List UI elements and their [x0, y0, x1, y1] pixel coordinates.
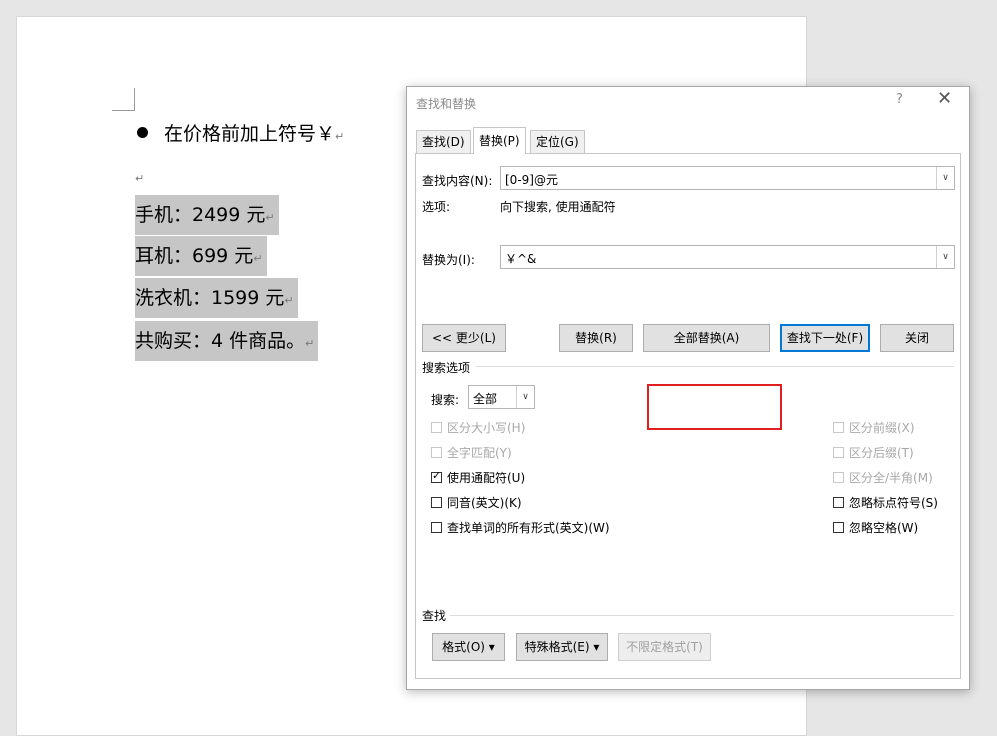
paragraph-mark-icon: ↵: [253, 252, 263, 265]
paragraph-mark-icon: ↵: [265, 211, 275, 224]
document-line[interactable]: 手机：2499 元↵: [135, 195, 279, 235]
chevron-down-icon[interactable]: ∨: [936, 246, 954, 268]
search-options-title: 搜索选项: [422, 361, 471, 375]
margin-corner-mark: [112, 88, 135, 111]
find-section-title: 查找: [422, 609, 447, 623]
special-format-button[interactable]: 特殊格式(E) ▾: [516, 633, 608, 661]
document-line[interactable]: 共购买：4 件商品。↵: [135, 321, 319, 361]
checkbox-label: 区分前缀(X): [849, 421, 915, 435]
line-text: 洗衣机：1599 元: [135, 287, 285, 309]
paragraph-mark-icon: ↵: [135, 172, 145, 185]
find-what-label: 查找内容(N):: [422, 174, 493, 188]
chevron-down-icon[interactable]: ∨: [936, 167, 954, 189]
bullet-icon: [137, 127, 148, 138]
replace-with-input[interactable]: ￥^& ∨: [500, 245, 955, 269]
checkbox-label: 全字匹配(Y): [447, 446, 512, 460]
find-what-value: [0-9]@元: [505, 173, 558, 187]
checkbox-ignore-whitespace[interactable]: 忽略空格(W): [833, 519, 918, 536]
find-replace-dialog: 查找和替换 ? ✕ 查找(D) 替换(P) 定位(G) 查找内容(N): [0-…: [406, 86, 970, 690]
divider: [450, 615, 954, 616]
paragraph-mark-icon: ↵: [284, 294, 294, 307]
special-button-label: 特殊格式(E): [524, 640, 590, 654]
format-button-label: 格式(O): [442, 640, 485, 654]
checkbox-match-suffix[interactable]: 区分后缀(T): [833, 444, 914, 461]
replace-button[interactable]: 替换(R): [559, 324, 633, 352]
replace-all-button[interactable]: 全部替换(A): [643, 324, 770, 352]
checkbox-sounds-like[interactable]: 同音(英文)(K): [431, 494, 522, 511]
close-icon[interactable]: ✕: [937, 88, 952, 110]
checkbox-match-width[interactable]: 区分全/半角(M): [833, 469, 933, 486]
find-what-input[interactable]: [0-9]@元 ∨: [500, 166, 955, 190]
checkbox-whole-word[interactable]: 全字匹配(Y): [431, 444, 512, 461]
checkmark-icon: ✓: [432, 469, 442, 482]
document-line[interactable]: 耳机：699 元↵: [135, 236, 267, 276]
checkbox-box: [833, 497, 844, 508]
no-formatting-button[interactable]: 不限定格式(T): [618, 633, 711, 661]
checkbox-box: [833, 422, 844, 433]
line-text: 手机：2499 元: [135, 204, 266, 226]
checkbox-match-prefix[interactable]: 区分前缀(X): [833, 419, 915, 436]
options-value: 向下搜索, 使用通配符: [500, 200, 616, 214]
checkbox-label: 使用通配符(U): [447, 471, 526, 485]
dropdown-arrow-icon: ▾: [488, 640, 495, 654]
paragraph-mark-icon: ↵: [335, 130, 345, 143]
bullet-text: 在价格前加上符号￥: [164, 123, 336, 145]
checkbox-box: [833, 447, 844, 458]
checkbox-box: [431, 497, 442, 508]
checkbox-box: ✓: [431, 469, 442, 483]
replace-with-value: ￥^&: [505, 252, 537, 266]
search-direction-label: 搜索:: [431, 393, 460, 407]
less-button[interactable]: << 更少(L): [422, 324, 506, 352]
replace-with-label: 替换为(I):: [422, 253, 475, 267]
close-button[interactable]: 关闭: [880, 324, 954, 352]
checkbox-ignore-punctuation[interactable]: 忽略标点符号(S): [833, 494, 938, 511]
checkbox-label: 查找单词的所有形式(英文)(W): [447, 521, 610, 535]
checkbox-label: 区分大小写(H): [447, 421, 526, 435]
checkbox-label: 区分全/半角(M): [849, 471, 933, 485]
paragraph-mark-icon: ↵: [305, 337, 315, 350]
options-label: 选项:: [422, 200, 451, 214]
checkbox-all-word-forms[interactable]: 查找单词的所有形式(英文)(W): [431, 519, 610, 536]
checkbox-box: [431, 422, 442, 433]
format-button[interactable]: 格式(O) ▾: [432, 633, 505, 661]
dialog-title: 查找和替换: [416, 97, 477, 111]
search-direction-select[interactable]: 全部 ∨: [468, 385, 535, 409]
divider: [476, 366, 954, 367]
checkbox-match-case[interactable]: 区分大小写(H): [431, 419, 525, 436]
checkbox-label: 忽略标点符号(S): [849, 496, 938, 510]
bullet-paragraph[interactable]: 在价格前加上符号￥↵: [137, 121, 344, 150]
tab-replace[interactable]: 替换(P): [473, 127, 526, 154]
dropdown-arrow-icon: ▾: [593, 640, 600, 654]
line-text: 共购买：4 件商品。: [135, 330, 306, 352]
checkbox-box: [833, 472, 844, 483]
checkbox-box: [833, 522, 844, 533]
checkbox-use-wildcards[interactable]: ✓ 使用通配符(U): [431, 469, 525, 486]
checkbox-label: 区分后缀(T): [849, 446, 914, 460]
tab-find[interactable]: 查找(D): [416, 130, 471, 153]
find-next-button[interactable]: 查找下一处(F): [780, 324, 870, 352]
checkbox-label: 同音(英文)(K): [447, 496, 522, 510]
replace-all-highlight: [647, 384, 782, 430]
help-icon[interactable]: ?: [896, 92, 903, 107]
replace-tab-panel: 查找内容(N): [0-9]@元 ∨ 选项: 向下搜索, 使用通配符 替换为(I…: [415, 153, 961, 679]
search-direction-value: 全部: [473, 392, 498, 406]
checkbox-box: [431, 522, 442, 533]
line-text: 耳机：699 元: [135, 245, 254, 267]
chevron-down-icon[interactable]: ∨: [516, 386, 534, 408]
document-line[interactable]: 洗衣机：1599 元↵: [135, 278, 298, 318]
checkbox-box: [431, 447, 442, 458]
tab-goto[interactable]: 定位(G): [530, 130, 585, 153]
checkbox-label: 忽略空格(W): [849, 521, 919, 535]
